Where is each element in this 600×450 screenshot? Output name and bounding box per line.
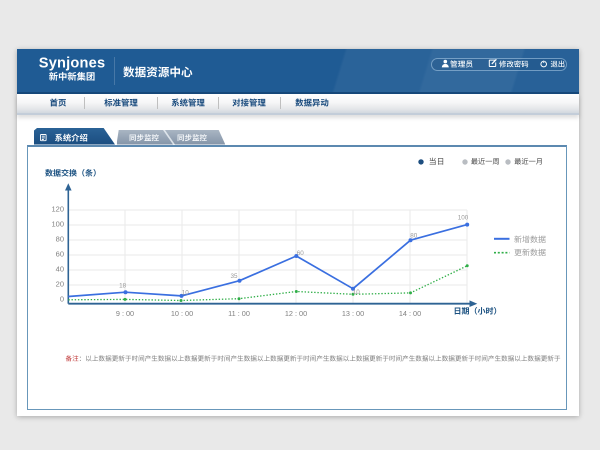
svg-text:0: 0 [60, 295, 64, 304]
svg-text:20: 20 [56, 280, 64, 289]
svg-text:Synjones: Synjones [39, 56, 105, 72]
svg-text:14 : 00: 14 : 00 [399, 309, 421, 318]
svg-text:9 : 00: 9 : 00 [116, 309, 134, 318]
svg-text:35: 35 [230, 273, 238, 280]
svg-text:11 : 00: 11 : 00 [228, 309, 250, 318]
svg-text:10: 10 [353, 289, 361, 296]
svg-text:80: 80 [410, 232, 418, 239]
svg-text:18: 18 [119, 283, 127, 290]
svg-text:60: 60 [297, 250, 305, 257]
svg-text:10: 10 [182, 290, 190, 297]
svg-text:80: 80 [56, 235, 64, 244]
svg-text:13 : 00: 13 : 00 [342, 309, 364, 318]
svg-text:12 : 00: 12 : 00 [285, 309, 307, 318]
svg-text:100: 100 [458, 215, 469, 222]
svg-text:60: 60 [56, 250, 64, 259]
svg-text:40: 40 [56, 265, 64, 274]
svg-text:100: 100 [51, 220, 64, 229]
svg-text:120: 120 [51, 205, 64, 214]
svg-text:10 : 00: 10 : 00 [171, 309, 193, 318]
